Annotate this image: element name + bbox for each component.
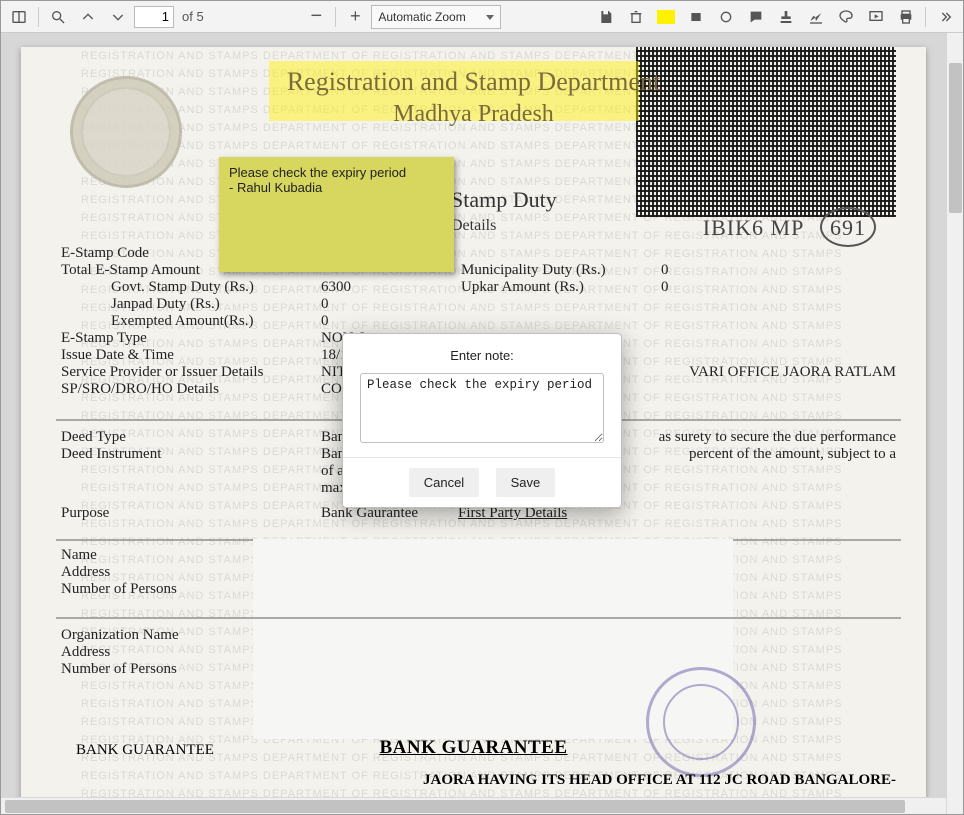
field-label: Govt. Stamp Duty (Rs.) xyxy=(61,279,321,296)
page-down-button[interactable] xyxy=(104,4,132,30)
section-title: Stamp Duty xyxy=(451,187,557,213)
page-up-button[interactable] xyxy=(74,4,102,30)
field-block: Name Address Number of Persons xyxy=(61,547,896,598)
save-button[interactable] xyxy=(592,4,620,30)
field-label: Organization Name xyxy=(61,627,321,644)
field-label: Service Provider or Issuer Details xyxy=(61,364,321,381)
round-stamp-icon xyxy=(646,667,756,777)
color-picker-button[interactable] xyxy=(832,4,860,30)
zoom-select[interactable]: Automatic Zoom xyxy=(371,5,501,29)
sticky-note-line: Please check the expiry period xyxy=(229,165,444,180)
document-viewport[interactable]: REGISTRATION AND STAMPS DEPARTMENT OF RE… xyxy=(1,33,963,814)
field-block: Organization Name Address Number of Pers… xyxy=(61,627,896,678)
sidebar-toggle-button[interactable] xyxy=(5,4,33,30)
field-label: Upkar Amount (Rs.) xyxy=(461,279,661,296)
field-label: Issue Date & Time xyxy=(61,347,321,364)
handwritten-circled: 691 xyxy=(820,207,876,247)
field-label: E-Stamp Type xyxy=(61,330,321,347)
handwritten-annotation: IBIK6 MP 691 xyxy=(703,207,876,247)
vertical-scrollbar[interactable] xyxy=(946,33,963,814)
separator xyxy=(335,7,336,27)
zoom-in-button[interactable]: + xyxy=(341,4,369,30)
enter-note-dialog: Enter note: Cancel Save xyxy=(342,333,622,508)
separator xyxy=(38,7,39,27)
field-label: Janpad Duty (Rs.) xyxy=(61,296,321,313)
delete-button[interactable] xyxy=(622,4,650,30)
more-tools-button[interactable] xyxy=(931,4,959,30)
cancel-button[interactable]: Cancel xyxy=(409,468,479,497)
field-value: 6300 xyxy=(321,279,461,296)
document-header: Registration and Stamp Department Madhya… xyxy=(21,67,926,128)
field-label: Name xyxy=(61,547,321,564)
doc-text: as surety to secure the due performance xyxy=(659,429,896,446)
field-label: Purpose xyxy=(61,505,321,522)
present-button[interactable] xyxy=(862,4,890,30)
horizontal-scrollbar[interactable] xyxy=(1,797,946,814)
note-tool-button[interactable] xyxy=(742,4,770,30)
note-textarea[interactable] xyxy=(360,373,604,443)
field-label: Address xyxy=(61,644,321,661)
bank-guarantee-heading: BANK GUARANTEE xyxy=(379,737,567,758)
sticky-note-author: - Rahul Kubadia xyxy=(229,180,444,195)
circle-tool-button[interactable] xyxy=(712,4,740,30)
field-value: 0 xyxy=(661,279,669,296)
scrollbar-thumb[interactable] xyxy=(949,63,962,213)
dialog-button-bar: Cancel Save xyxy=(343,457,621,507)
field-label: Address xyxy=(61,564,321,581)
zoom-out-button[interactable]: − xyxy=(302,4,330,30)
field-label: Deed Instrument xyxy=(61,446,321,463)
save-button[interactable]: Save xyxy=(496,468,556,497)
field-value: 0 xyxy=(321,296,461,313)
toolbar: of 5 − + Automatic Zoom xyxy=(1,1,963,33)
dialog-title: Enter note: xyxy=(343,334,621,373)
stamp-tool-button[interactable] xyxy=(772,4,800,30)
section-subtitle: Details xyxy=(451,217,496,235)
page-number-input[interactable] xyxy=(134,6,174,28)
field-label: SP/SRO/DRO/HO Details xyxy=(61,381,321,398)
footer-text: JAORA HAVING ITS HEAD OFFICE AT 112 JC R… xyxy=(21,772,896,789)
field-label: Number of Persons xyxy=(61,581,321,598)
field-value: 0 xyxy=(661,262,669,279)
scrollbar-thumb[interactable] xyxy=(5,800,905,813)
field-value: 0 xyxy=(321,313,461,330)
search-button[interactable] xyxy=(44,4,72,30)
highlight-tool-button[interactable] xyxy=(652,4,680,30)
sign-tool-button[interactable] xyxy=(802,4,830,30)
header-line2: Madhya Pradesh xyxy=(21,101,926,128)
rectangle-tool-button[interactable] xyxy=(682,4,710,30)
zoom-select-label: Automatic Zoom xyxy=(378,10,465,24)
separator xyxy=(925,7,926,27)
field-label: Exempted Amount(Rs.) xyxy=(61,313,321,330)
header-line1: Registration and Stamp Department xyxy=(21,67,926,97)
sticky-note-annotation[interactable]: Please check the expiry period - Rahul K… xyxy=(219,157,454,272)
highlight-swatch-icon xyxy=(657,10,675,24)
page-total-label: of 5 xyxy=(182,9,204,24)
rule-line xyxy=(56,617,901,619)
handwritten-text: IBIK6 MP xyxy=(703,215,804,240)
pdf-viewer-app: of 5 − + Automatic Zoom xyxy=(0,0,964,815)
field-label: Deed Type xyxy=(61,429,321,446)
doc-text: percent of the amount, subject to a xyxy=(689,446,896,463)
field-label: Municipality Duty (Rs.) xyxy=(461,262,661,279)
print-button[interactable] xyxy=(892,4,920,30)
field-value: VARI OFFICE JAORA RATLAM xyxy=(689,364,896,381)
field-label: Number of Persons xyxy=(61,661,321,678)
